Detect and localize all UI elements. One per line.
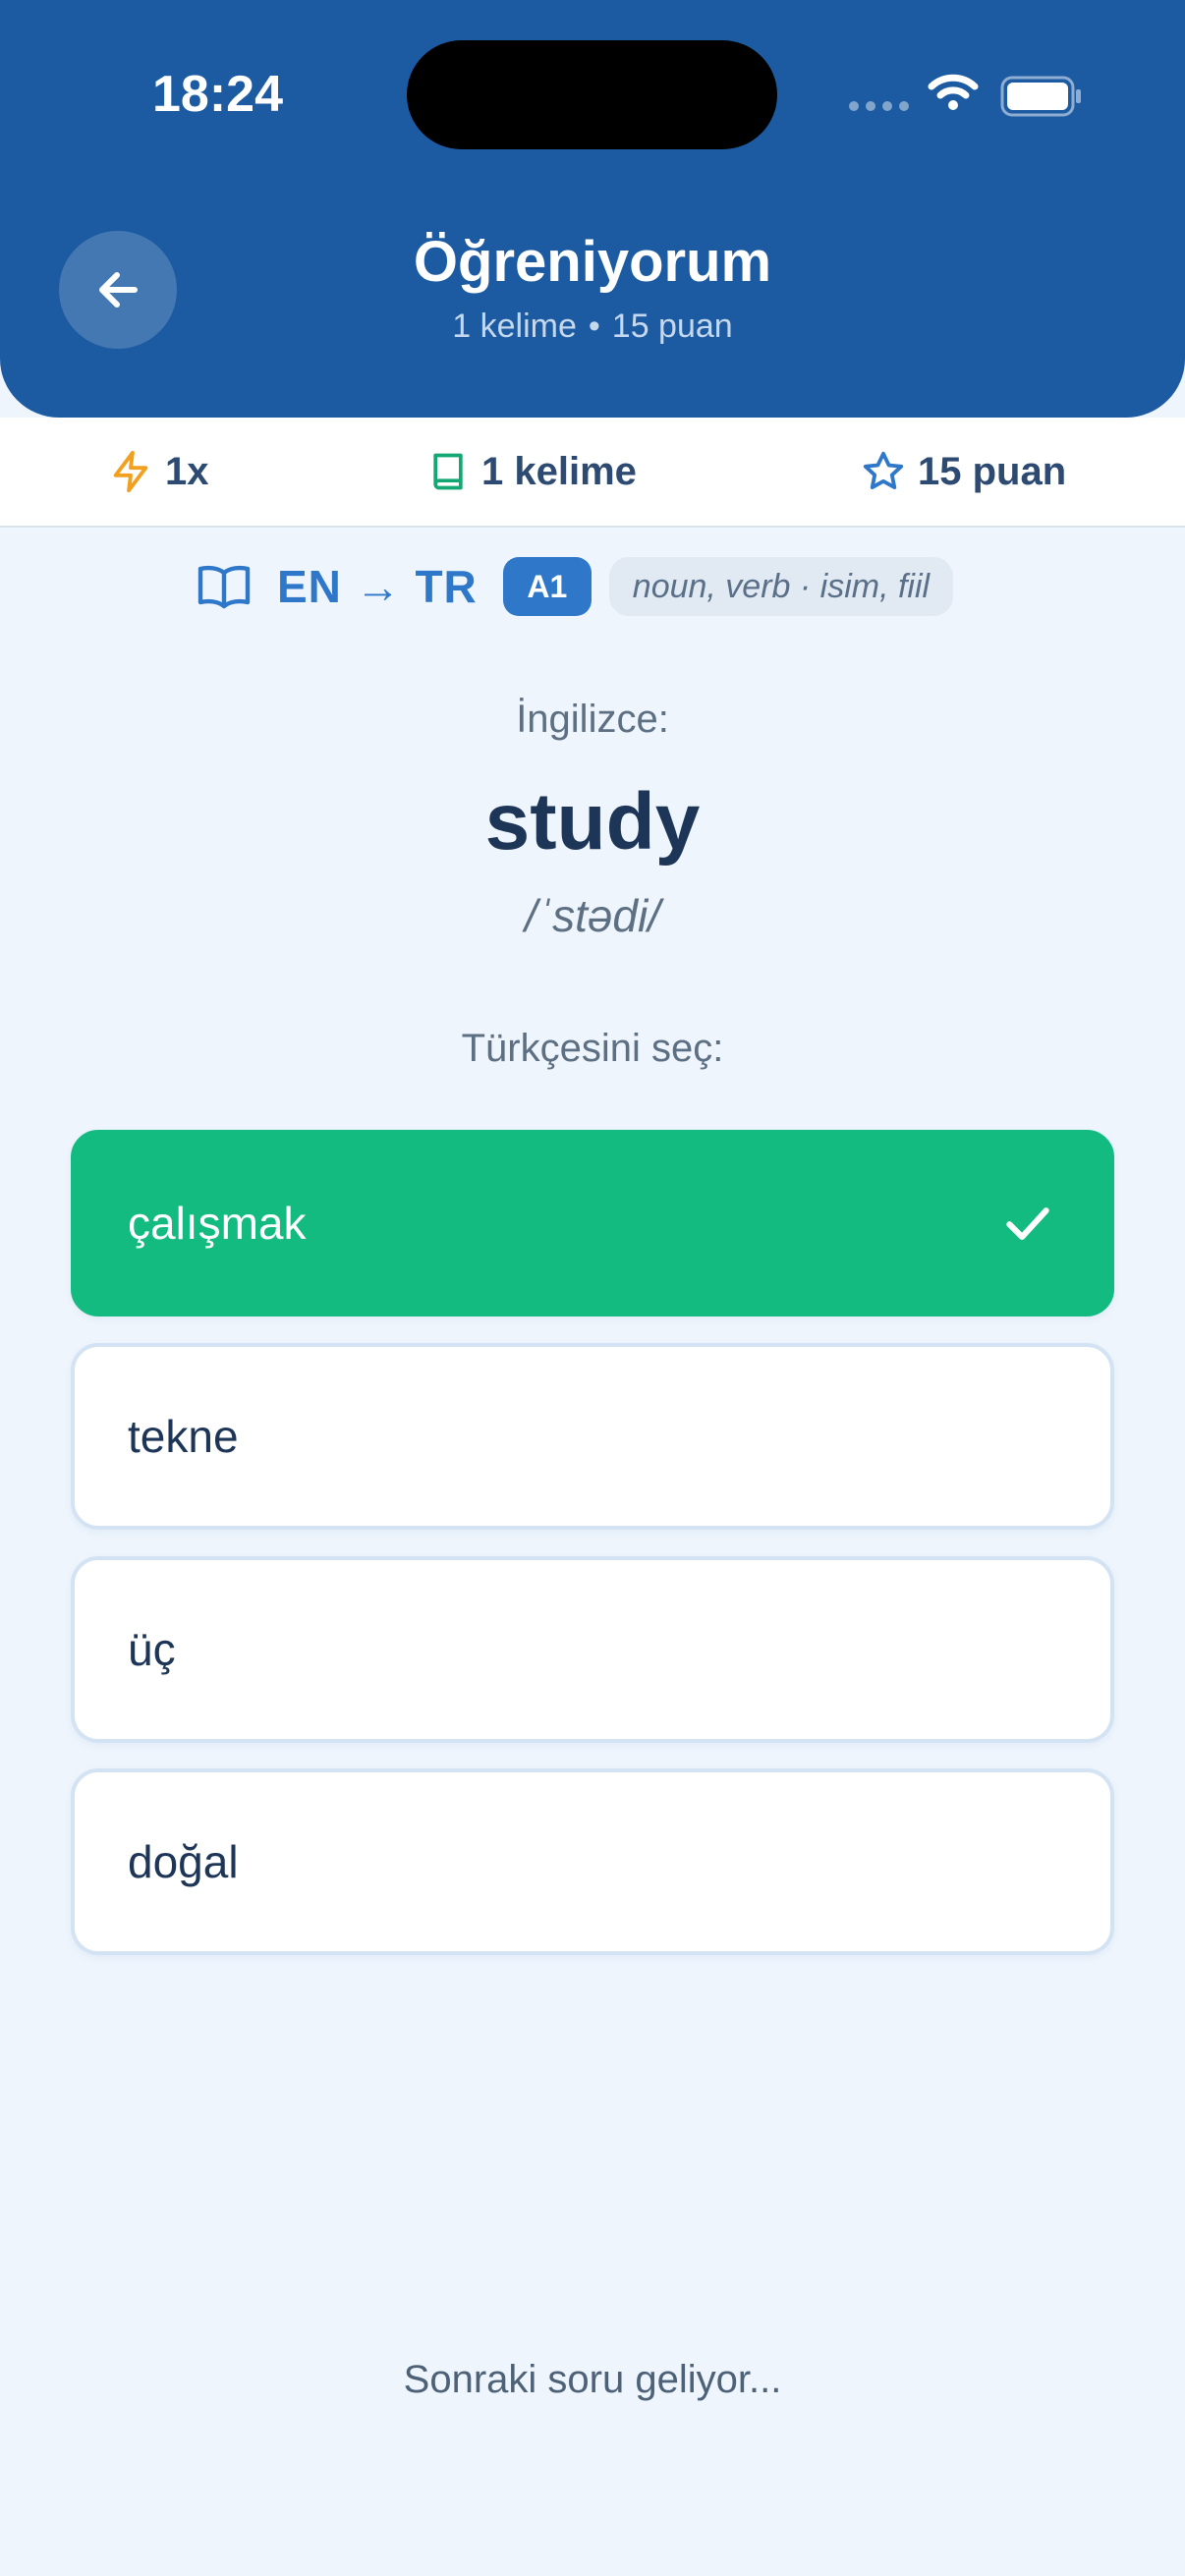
stat-words: 1 kelime <box>426 418 637 526</box>
answer-option[interactable]: çalışmak <box>71 1130 1114 1316</box>
answer-option[interactable]: doğal <box>71 1768 1114 1955</box>
direction-label: EN → TR <box>277 561 478 612</box>
star-icon <box>863 451 904 490</box>
subtitle-separator: • <box>588 308 600 345</box>
answer-option[interactable]: tekne <box>71 1343 1114 1530</box>
level-badge: A1 <box>502 557 592 616</box>
stat-points: 15 puan <box>861 418 1066 526</box>
lightning-icon <box>113 450 148 493</box>
open-book-icon <box>198 565 251 609</box>
answer-option[interactable]: üç <box>71 1556 1114 1743</box>
stat-words-value: 1 kelime <box>481 449 637 493</box>
app-header: 18:24 Öğreniyorum 1 kelime • 15 puan <box>0 0 1185 418</box>
dynamic-island <box>407 40 777 149</box>
quiz-direction-row: EN → TR A1 noun, verb · isim, fiil <box>197 555 954 618</box>
check-icon <box>1006 1207 1049 1241</box>
instruction-text: Türkçesini seç: <box>461 1027 724 1070</box>
status-time: 18:24 <box>152 66 283 123</box>
answer-option-label: doğal <box>128 1836 239 1887</box>
page-title: Öğreniyorum <box>413 230 772 294</box>
answer-option-label: tekne <box>128 1411 239 1462</box>
battery-icon <box>1000 76 1081 117</box>
next-question-message: Sonraki soru geliyor... <box>403 2358 782 2401</box>
book-icon <box>433 453 463 490</box>
phonetic-transcription: /ˈstədi/ <box>524 890 661 941</box>
wifi-icon <box>928 74 979 110</box>
stats-bar: 1x 1 kelime 15 puan <box>0 418 1185 528</box>
answer-option-label: çalışmak <box>128 1198 307 1249</box>
stat-points-value: 15 puan <box>918 449 1067 493</box>
page-subtitle: 1 kelime • 15 puan <box>0 308 1185 346</box>
answer-option-label: üç <box>128 1624 176 1675</box>
cellular-signal-icon <box>849 101 909 111</box>
stat-multiplier-value: 1x <box>165 449 209 493</box>
quiz-word: study <box>484 777 701 867</box>
source-language-label: İngilizce: <box>516 698 669 741</box>
part-of-speech-badge: noun, verb · isim, fiil <box>608 557 954 616</box>
stat-multiplier: 1x <box>108 418 209 526</box>
subtitle-word-count: 1 kelime <box>452 308 577 345</box>
subtitle-points: 15 puan <box>611 308 733 345</box>
